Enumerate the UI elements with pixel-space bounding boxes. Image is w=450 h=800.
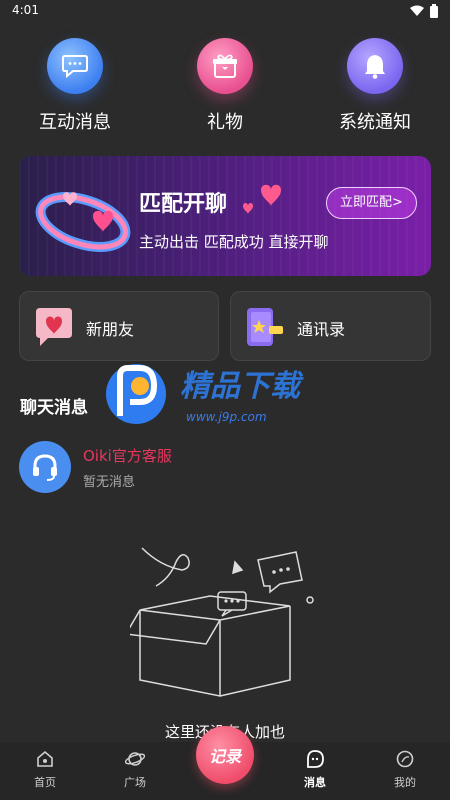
system-notices-button[interactable]: 系统通知	[310, 38, 440, 134]
chat-name: Oiki官方客服	[83, 447, 172, 465]
chat-preview: 暂无消息	[83, 475, 136, 490]
headset-icon	[19, 441, 71, 493]
floating-hearts-icon	[243, 184, 281, 214]
new-friends-tile[interactable]: 新朋友	[19, 291, 219, 361]
empty-box-illustration	[130, 547, 314, 697]
interaction-messages-label: 互动消息	[39, 112, 111, 133]
status-time: 4:01	[12, 3, 39, 17]
chat-bubble-icon	[47, 38, 103, 94]
tab-home-label: 首页	[34, 776, 56, 789]
new-friends-label: 新朋友	[86, 320, 135, 339]
contact-book-icon	[247, 308, 283, 346]
tab-messages[interactable]: 消息	[285, 750, 345, 790]
gifts-button[interactable]: 礼物	[160, 38, 290, 134]
watermark-url: www.j9p.com	[186, 410, 267, 424]
tab-home[interactable]: 首页	[15, 750, 75, 790]
chat-list-item[interactable]: Oiki官方客服 暂无消息	[19, 441, 431, 495]
match-title: 匹配开聊	[139, 192, 228, 217]
wifi-icon	[410, 5, 424, 16]
tab-plaza-label: 广场	[124, 776, 146, 789]
gifts-label: 礼物	[207, 112, 243, 133]
contacts-label: 通讯录	[297, 320, 346, 339]
message-icon	[307, 750, 324, 768]
battery-icon	[430, 4, 438, 18]
match-banner[interactable]: 匹配开聊 主动出击 匹配成功 直接开聊 立即匹配>	[19, 156, 431, 276]
top-actions: 互动消息 礼物 系统通知	[0, 38, 450, 138]
contacts-tile[interactable]: 通讯录	[230, 291, 431, 361]
gift-icon	[197, 38, 253, 94]
tab-messages-label: 消息	[304, 776, 326, 789]
tab-plaza[interactable]: 广场	[105, 750, 165, 790]
status-icons	[410, 4, 438, 18]
interaction-messages-button[interactable]: 互动消息	[10, 38, 140, 134]
planet-icon	[124, 752, 146, 766]
bell-icon	[347, 38, 403, 94]
chat-section-title: 聊天消息	[20, 398, 88, 418]
home-icon	[37, 750, 53, 767]
heart-bubble-icon	[36, 308, 72, 346]
tab-profile-label: 我的	[394, 776, 416, 789]
record-button[interactable]: 记录	[196, 726, 254, 784]
match-now-button[interactable]: 立即匹配>	[326, 187, 417, 219]
profile-icon	[396, 750, 414, 768]
heart-ring-icon	[35, 192, 131, 252]
system-notices-label: 系统通知	[339, 112, 411, 133]
tab-profile[interactable]: 我的	[375, 750, 435, 790]
status-bar: 4:01	[0, 0, 450, 22]
svg-text:精品下载: 精品下载	[180, 369, 304, 404]
match-subtitle: 主动出击 匹配成功 直接开聊	[139, 233, 329, 251]
